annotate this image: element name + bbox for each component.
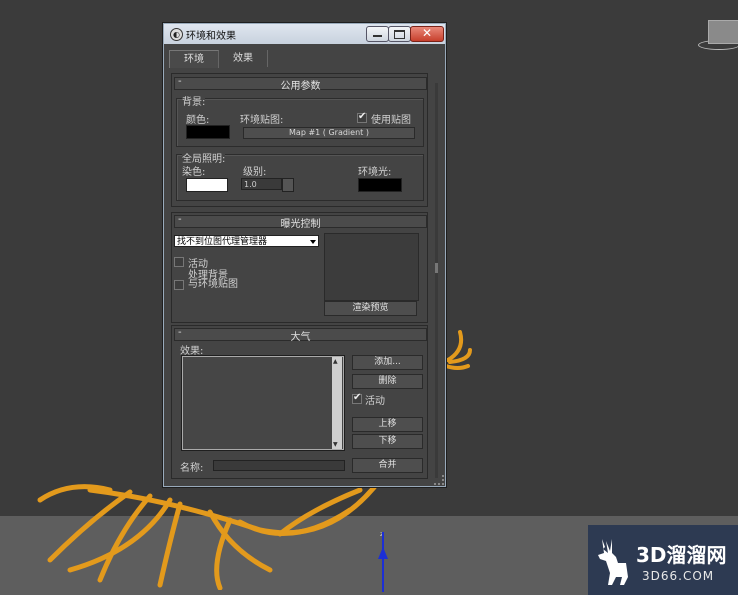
z-axis-arrow — [378, 547, 388, 559]
checkmark-icon: ✔ — [358, 111, 367, 122]
level-label: 级别: — [243, 167, 267, 178]
resize-grip-icon[interactable] — [434, 475, 444, 485]
tab-effects[interactable]: 效果 — [219, 50, 268, 67]
chevron-down-icon — [310, 240, 316, 244]
close-button[interactable]: ✕ — [410, 26, 444, 42]
move-up-button[interactable]: 上移 — [352, 417, 423, 432]
use-map-label: 使用贴图 — [371, 115, 411, 126]
rollout-scrollbar[interactable] — [435, 83, 438, 478]
level-spinner-arrows[interactable] — [282, 178, 294, 192]
plant-model — [37, 477, 383, 590]
app-icon[interactable]: ◐ — [170, 28, 183, 41]
watermark-title: 3D溜溜网 — [636, 543, 727, 567]
scene-object-box — [708, 20, 738, 44]
rollout-title: 曝光控制 — [280, 219, 321, 230]
atmosphere-header[interactable]: - 大气 — [174, 327, 427, 343]
common-params-rollout: - 公用参数 背景: 颜色: 环境贴图: ✔ 使用贴图 Map #1 ( Gra… — [171, 73, 428, 207]
checkmark-icon: ✔ — [353, 392, 362, 403]
color-label: 颜色: — [186, 115, 210, 126]
move-down-button[interactable]: 下移 — [352, 434, 423, 449]
rollout-scroll-thumb[interactable] — [435, 263, 438, 273]
atmosphere-active-checkbox[interactable]: ✔ — [352, 392, 362, 404]
tint-color-swatch[interactable] — [186, 178, 228, 192]
merge-button[interactable]: 合并 — [352, 458, 423, 473]
exposure-control-rollout: - 曝光控制 找不到位图代理管理器 活动 处理背景 与环境贴图 渲染预览 — [171, 212, 428, 323]
window-title: 环境和效果 — [186, 31, 236, 42]
tint-label: 染色: — [182, 167, 206, 178]
exposure-active-label: 活动 — [188, 259, 208, 270]
watermark-subtitle: 3D66.COM — [642, 569, 715, 583]
close-icon: ✕ — [421, 26, 433, 40]
scroll-down-icon[interactable]: ▼ — [333, 441, 338, 448]
background-label: 背景: — [182, 93, 206, 108]
global-lighting-group: 全局照明: 染色: 级别: 1.0 环境光: — [176, 150, 424, 201]
scroll-up-icon[interactable]: ▲ — [333, 358, 338, 365]
rollout-title: 公用参数 — [280, 81, 321, 92]
deer-logo-icon — [598, 539, 628, 585]
add-effect-button[interactable]: 添加... — [352, 355, 423, 370]
atmosphere-active-label: 活动 — [365, 396, 385, 407]
exposure-type-select[interactable]: 找不到位图代理管理器 — [174, 235, 319, 247]
title-bar[interactable]: ◐ 环境和效果 ✕ — [164, 24, 445, 44]
effect-name-field[interactable] — [213, 460, 345, 471]
process-bg-checkbox[interactable] — [174, 280, 184, 290]
environment-effects-dialog[interactable]: ◐ 环境和效果 ✕ 环境 效果 - 公用参数 背景: 颜色: 环境贴图: ✔ 使… — [162, 22, 447, 488]
delete-effect-button[interactable]: 删除 — [352, 374, 423, 389]
atmosphere-rollout: - 大气 效果: ▲ ▼ 添加... 删除 ✔ 活动 上移 下移 名称: 合并 — [171, 325, 428, 479]
level-spinner[interactable]: 1.0 — [241, 178, 282, 190]
minimize-icon — [373, 35, 382, 37]
render-preview-button[interactable]: 渲染预览 — [324, 301, 417, 316]
maximize-button[interactable] — [388, 26, 411, 42]
ambient-label: 环境光: — [358, 167, 392, 178]
env-map-label: 环境贴图: — [240, 115, 284, 126]
exposure-control-header[interactable]: - 曝光控制 — [174, 214, 427, 230]
background-group: 背景: 颜色: 环境贴图: ✔ 使用贴图 Map #1 ( Gradient ) — [176, 93, 424, 147]
maximize-icon — [394, 30, 405, 39]
environment-map-button[interactable]: Map #1 ( Gradient ) — [243, 127, 415, 139]
exposure-preview — [324, 233, 419, 301]
minimize-button[interactable] — [366, 26, 389, 42]
rollout-title: 大气 — [290, 332, 311, 343]
tab-environment[interactable]: 环境 — [169, 50, 219, 68]
process-bg-label-line2: 与环境贴图 — [188, 279, 238, 290]
use-map-checkbox[interactable]: ✔ — [357, 111, 367, 123]
watermark: 3D溜溜网 3D66.COM — [588, 525, 738, 595]
exposure-type-value: 找不到位图代理管理器 — [177, 237, 268, 247]
common-params-header[interactable]: - 公用参数 — [174, 76, 427, 92]
effects-list-scrollbar[interactable]: ▲ ▼ — [332, 357, 342, 449]
ambient-color-swatch[interactable] — [358, 178, 402, 192]
z-axis-gizmo[interactable] — [382, 532, 384, 592]
name-label: 名称: — [180, 463, 204, 474]
background-color-swatch[interactable] — [186, 125, 230, 139]
exposure-active-checkbox[interactable] — [174, 257, 184, 267]
effects-list[interactable]: ▲ ▼ — [181, 355, 345, 451]
